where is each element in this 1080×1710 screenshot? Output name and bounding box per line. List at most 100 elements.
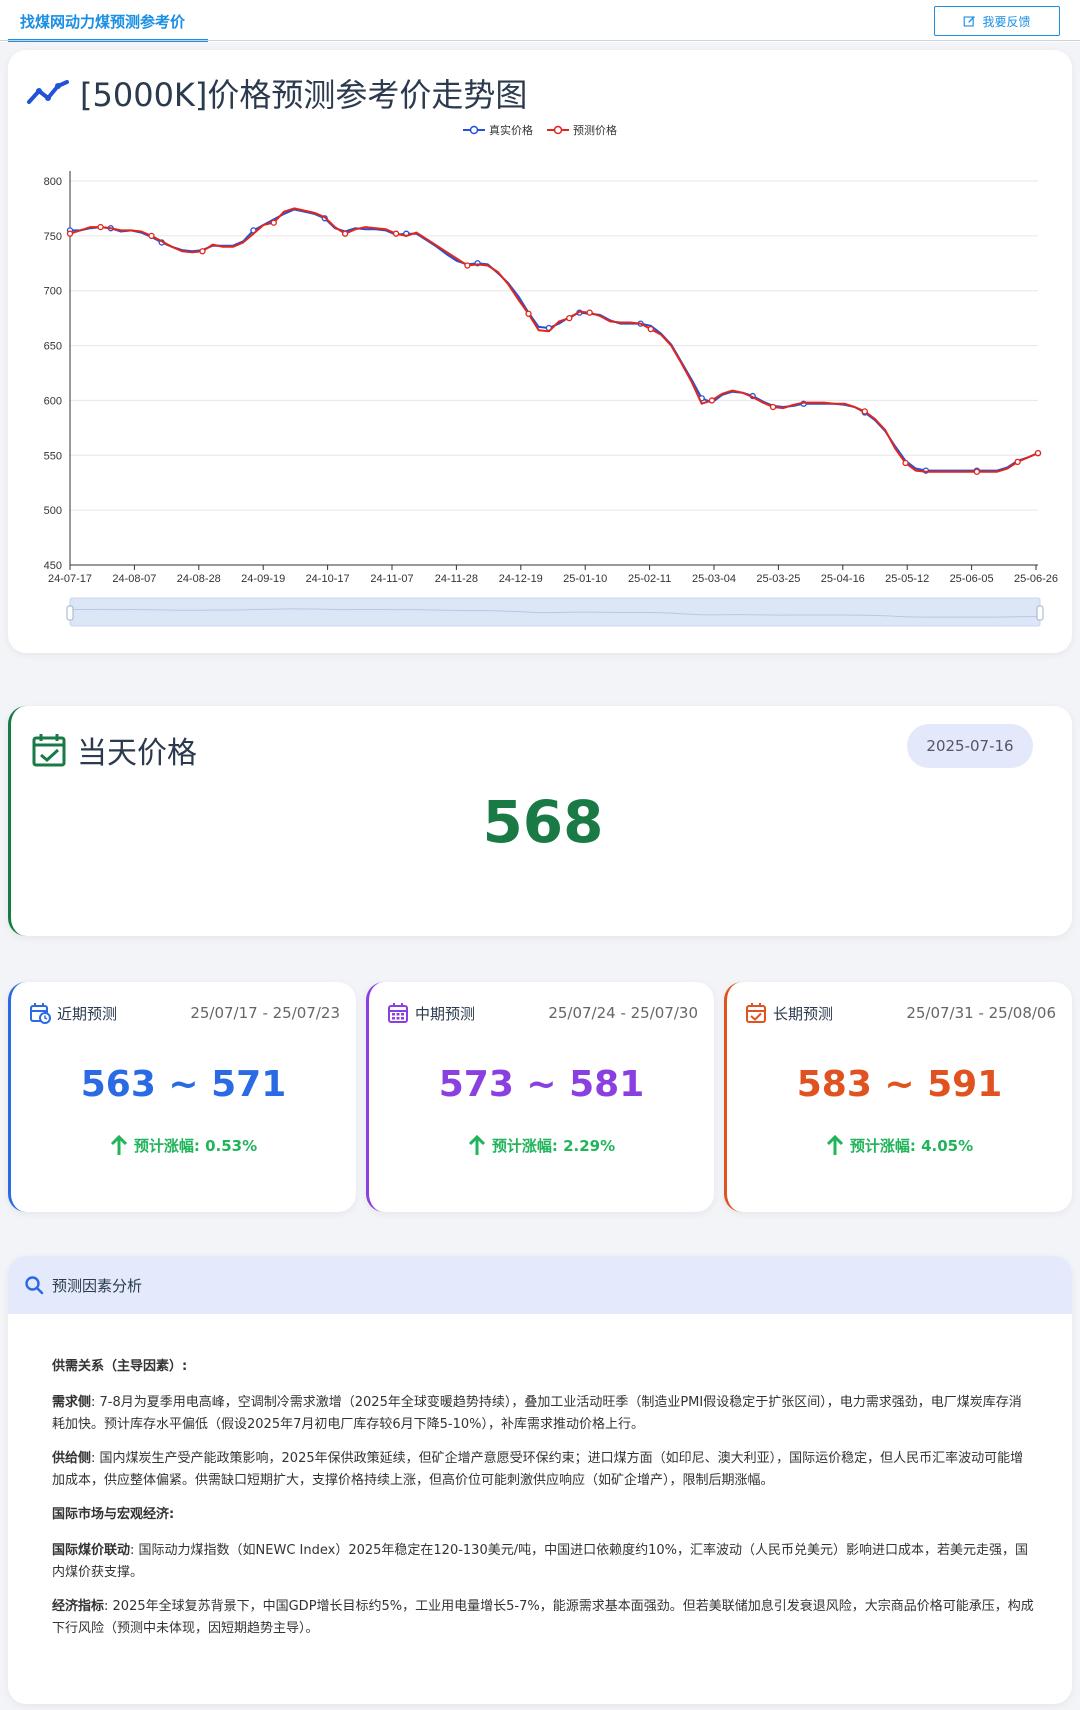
forecast-mid-rise-text: 预计涨幅: 2.29% (491, 1136, 616, 1155)
forecast-card-mid: 中期预测 25/07/24 - 25/07/30 573 ~ 581 预计涨幅:… (366, 982, 714, 1212)
series-point (861, 408, 868, 415)
feedback-button[interactable]: 我要反馈 (934, 6, 1060, 36)
forecast-mid-rise: 预计涨幅: 2.29% (369, 1134, 714, 1156)
forecast-short-header: 近期预测 (29, 1002, 117, 1024)
y-tick-label: 450 (44, 560, 62, 572)
econ-text: : 2025年全球复苏背景下，中国GDP增长目标约5%，工业用电量增长5-7%，… (52, 1599, 1034, 1636)
today-title: 当天价格 (31, 728, 197, 772)
x-tick-label: 24-10-17 (306, 573, 350, 585)
x-tick-label: 25-06-05 (950, 573, 994, 585)
forecast-short-title: 近期预测 (57, 1004, 118, 1023)
x-tick-label: 24-09-19 (241, 573, 285, 585)
intl-label: 国际煤价联动 (52, 1543, 131, 1558)
forecast-short-rise-text: 预计涨幅: 0.53% (133, 1136, 258, 1155)
x-tick-label: 25-03-04 (692, 573, 736, 585)
price-line-chart: 450 500 550 600 650 700 750 800 24-07-17 24-08-07… (44, 171, 1058, 627)
x-tick-label: 25-02-11 (628, 573, 671, 585)
x-tick-label: 24-07-17 (48, 573, 92, 585)
series-point (270, 219, 277, 226)
analysis-header: 预测因素分析 (8, 1256, 1072, 1314)
today-price-card: 当天价格 2025-07-16 568 (8, 706, 1072, 936)
x-tick-label: 24-11-07 (370, 573, 413, 585)
x-tick-label: 24-11-28 (435, 573, 478, 585)
arrow-up-icon (826, 1134, 843, 1155)
calendar-clock-icon (30, 1003, 51, 1024)
forecast-card-long: 长期预测 25/07/31 - 25/08/06 583 ~ 591 预计涨幅:… (724, 982, 1072, 1212)
analysis-supply-paragraph: 供给侧: 国内煤炭生产受产能政策影响，2025年保供政策延续，但矿企增产意愿受环… (52, 1448, 1034, 1492)
x-tick-label: 25-04-16 (821, 573, 865, 585)
forecast-short-rise: 预计涨幅: 0.53% (11, 1134, 356, 1156)
supply-label: 供给侧 (52, 1451, 92, 1466)
top-bar: 找煤网动力煤预测参考价 我要反馈 (0, 0, 1080, 42)
x-tick-label: 24-08-07 (112, 573, 156, 585)
demand-label: 需求侧 (52, 1395, 92, 1410)
analysis-section-macro: 国际市场与宏观经济: (52, 1507, 175, 1522)
forecast-card-short: 近期预测 25/07/17 - 25/07/23 563 ~ 571 预计涨幅:… (8, 982, 356, 1212)
forecast-long-rise-text: 预计涨幅: 4.05% (849, 1136, 974, 1155)
demand-text: : 7-8月为夏季用电高峰，空调制冷需求激增（2025年全球变暖趋势持续），叠加… (52, 1395, 1022, 1432)
series-line-0 (70, 208, 1039, 472)
analysis-body: 供需关系（主导因素）: 需求侧: 7-8月为夏季用电高峰，空调制冷需求激增（20… (52, 1356, 1034, 1652)
forecast-long-title: 长期预测 (773, 1004, 834, 1023)
edit-icon (964, 15, 976, 27)
analysis-card: 预测因素分析 供需关系（主导因素）: 需求侧: 7-8月为夏季用电高峰，空调制冷… (8, 1256, 1072, 1704)
series-point (66, 230, 74, 237)
forecast-mid-header: 中期预测 (387, 1002, 475, 1024)
x-tick-label: 25-06-26 (1014, 573, 1058, 585)
today-price-value: 568 (482, 788, 604, 856)
analysis-intl-paragraph: 国际煤价联动: 国际动力煤指数（如NEWC Index）2025年稳定在120-… (52, 1540, 1034, 1584)
zoom-handle-left[interactable] (66, 605, 74, 621)
analysis-section-supply-demand: 供需关系（主导因素）: (52, 1359, 188, 1374)
y-tick-label: 500 (44, 505, 62, 517)
series-point (1034, 449, 1042, 457)
series-point (586, 309, 593, 316)
forecast-short-value: 563 ~ 571 (80, 1064, 287, 1105)
y-tick-label: 800 (44, 176, 62, 188)
y-tick-label: 700 (44, 286, 62, 298)
series-point (148, 232, 155, 240)
x-tick-label: 24-12-19 (499, 573, 543, 585)
series-point (1014, 458, 1021, 466)
forecast-long-header: 长期预测 (745, 1002, 833, 1024)
calendar-grid-icon (388, 1003, 408, 1023)
series-point (769, 403, 777, 411)
series-point (97, 223, 104, 231)
x-tick-label: 25-05-12 (885, 573, 929, 585)
arrow-up-icon (468, 1134, 485, 1155)
series-point (525, 310, 532, 317)
forecast-long-range: 25/07/31 - 25/08/06 (906, 1004, 1056, 1022)
today-date-badge: 2025-07-16 (907, 724, 1033, 768)
series-point (647, 325, 654, 333)
x-tick-label: 24-08-28 (177, 573, 221, 585)
calendar-check-icon (32, 734, 66, 767)
y-tick-label: 600 (44, 395, 62, 407)
today-title-text: 当天价格 (77, 736, 197, 771)
intl-text: : 国际动力煤指数（如NEWC Index）2025年稳定在120-130美元/… (52, 1543, 1028, 1580)
x-tick-label: 25-03-25 (756, 573, 800, 585)
forecast-mid-title: 中期预测 (415, 1004, 476, 1023)
feedback-label: 我要反馈 (982, 14, 1031, 29)
analysis-title: 预测因素分析 (52, 1276, 143, 1295)
zoom-slider[interactable] (69, 597, 1041, 627)
series-point (902, 459, 909, 467)
y-tick-label: 550 (44, 450, 62, 462)
tab-coal-price-forecast[interactable]: 找煤网动力煤预测参考价 (8, 8, 208, 42)
analysis-demand-paragraph: 需求侧: 7-8月为夏季用电高峰，空调制冷需求激增（2025年全球变暖趋势持续）… (52, 1392, 1034, 1436)
y-tick-label: 750 (44, 231, 62, 243)
y-tick-label: 650 (44, 341, 62, 353)
series-point (392, 230, 400, 237)
forecast-short-range: 25/07/17 - 25/07/23 (190, 1004, 340, 1022)
calendar-check-icon (746, 1003, 766, 1023)
zoom-handle-right[interactable] (1036, 605, 1044, 621)
search-icon (25, 1276, 44, 1295)
forecast-mid-value: 573 ~ 581 (438, 1064, 645, 1105)
series-point (566, 314, 573, 322)
series-point (708, 397, 716, 404)
series-point (973, 468, 981, 475)
forecast-long-value: 583 ~ 591 (796, 1064, 1003, 1105)
arrow-up-icon (110, 1134, 127, 1155)
forecast-mid-range: 25/07/24 - 25/07/30 (548, 1004, 698, 1022)
series-point (464, 262, 471, 269)
x-tick-label: 25-01-10 (563, 573, 607, 585)
series-line-1 (69, 207, 1039, 473)
